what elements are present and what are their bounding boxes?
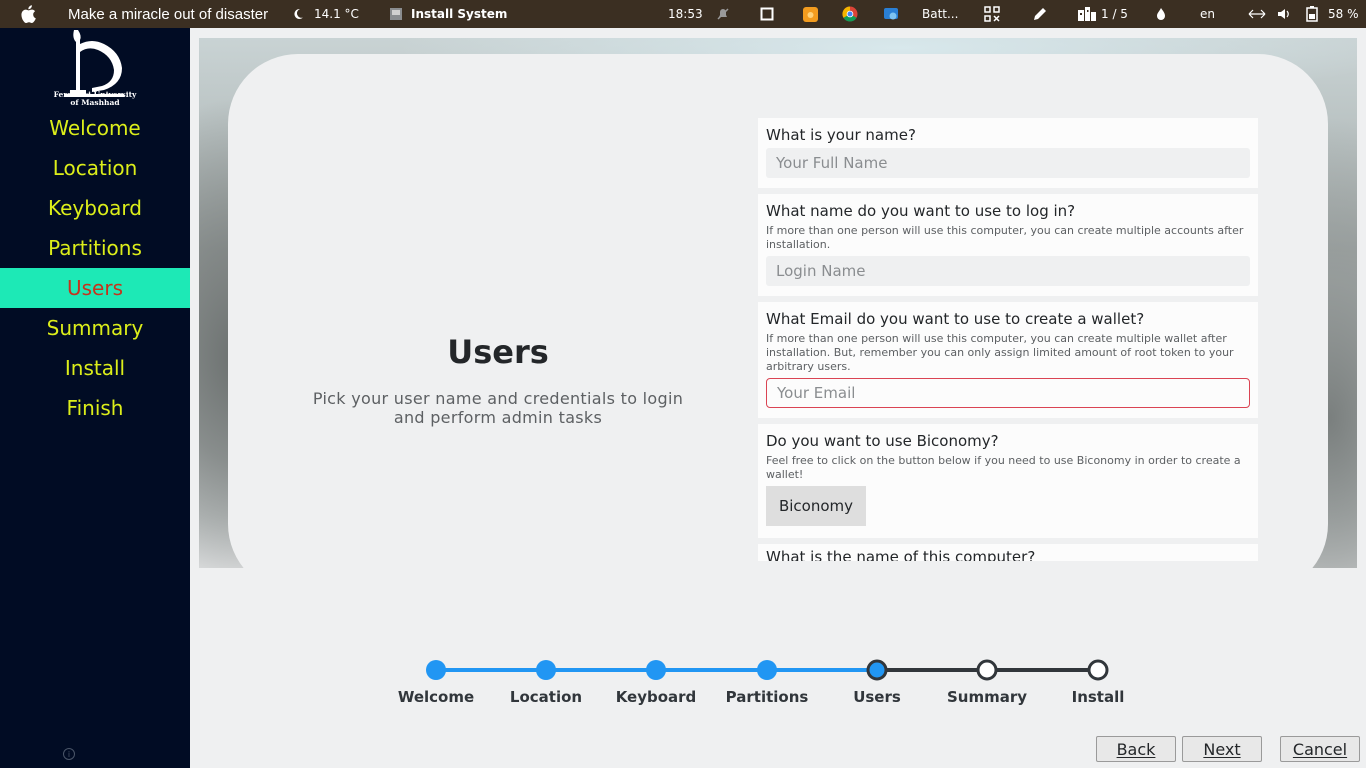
- network-app-icon[interactable]: [883, 0, 899, 28]
- step-label-welcome: Welcome: [397, 688, 475, 706]
- step-label-location: Location: [509, 688, 583, 706]
- notifications-muted-icon[interactable]: [716, 0, 730, 28]
- installer-app-icon: [389, 0, 403, 28]
- sidebar-item-summary[interactable]: Summary: [0, 308, 190, 348]
- sidebar-item-users[interactable]: Users: [0, 268, 190, 308]
- sidebar: Ferdowsi University of Mashhad Welcome L…: [0, 28, 190, 768]
- resize-arrows-icon[interactable]: [1248, 0, 1266, 28]
- battery-app-label[interactable]: Batt...: [922, 0, 958, 28]
- step-dot-users: [866, 659, 888, 681]
- biconomy-button[interactable]: Biconomy: [766, 486, 866, 526]
- active-app-name[interactable]: Install System: [411, 0, 507, 28]
- name-question: What is your name?: [766, 126, 916, 144]
- email-question: What Email do you want to use to create …: [766, 310, 1145, 328]
- back-button[interactable]: Back: [1096, 736, 1176, 762]
- chrome-icon[interactable]: [842, 0, 858, 28]
- window-title: Make a miracle out of disaster: [68, 5, 269, 23]
- info-icon[interactable]: i: [63, 748, 75, 760]
- sidebar-item-partitions[interactable]: Partitions: [0, 228, 190, 268]
- login-group: What name do you want to use to log in? …: [758, 194, 1258, 296]
- step-dot-partitions: [757, 660, 777, 680]
- step-dot-summary: [976, 659, 998, 681]
- qr-code-icon[interactable]: [984, 0, 1000, 28]
- email-group: What Email do you want to use to create …: [758, 302, 1258, 418]
- volume-icon[interactable]: [1277, 0, 1291, 28]
- login-hint: If more than one person will use this co…: [766, 224, 1244, 251]
- sidebar-item-location[interactable]: Location: [0, 148, 190, 188]
- email-hint: If more than one person will use this co…: [766, 332, 1234, 373]
- step-dot-welcome: [426, 660, 446, 680]
- apple-menu-icon[interactable]: [20, 0, 36, 28]
- step-dot-location: [536, 660, 556, 680]
- weather-readout: 14.1 °C: [314, 7, 359, 21]
- step-progress: Welcome Location Keyboard Partitions Use…: [390, 650, 1150, 710]
- step-label-users: Users: [853, 688, 901, 706]
- sidebar-item-finish[interactable]: Finish: [0, 388, 190, 428]
- orange-app-icon[interactable]: [803, 0, 818, 28]
- pencil-icon[interactable]: [1032, 0, 1048, 28]
- page-subtitle: Pick your user name and credentials to l…: [312, 389, 684, 427]
- step-label-summary: Summary: [946, 688, 1028, 706]
- battery-percent: 58 %: [1328, 7, 1359, 21]
- login-name-input[interactable]: [766, 256, 1250, 286]
- login-question: What name do you want to use to log in?: [766, 202, 1076, 220]
- battery-icon[interactable]: [1306, 0, 1318, 28]
- next-button[interactable]: Next: [1182, 736, 1262, 762]
- full-name-input[interactable]: [766, 148, 1250, 178]
- step-label-install: Install: [1071, 688, 1125, 706]
- step-dot-keyboard: [646, 660, 666, 680]
- name-group: What is your name?: [758, 118, 1258, 188]
- workspace-icon[interactable]: [1077, 0, 1097, 28]
- computer-name-group: What is the name of this computer?: [758, 544, 1258, 561]
- sidebar-item-welcome[interactable]: Welcome: [0, 108, 190, 148]
- fire-icon[interactable]: [1156, 0, 1166, 28]
- step-label-keyboard: Keyboard: [615, 688, 697, 706]
- sidebar-item-keyboard[interactable]: Keyboard: [0, 188, 190, 228]
- logo-text-line2: of Mashhad: [70, 98, 120, 107]
- window-square-icon[interactable]: [760, 0, 774, 28]
- workspace-indicator[interactable]: 1 / 5: [1101, 0, 1128, 28]
- clock[interactable]: 18:53: [668, 0, 703, 28]
- user-form: What is your name? What name do you want…: [758, 118, 1258, 561]
- progress-track: [426, 659, 1109, 681]
- computer-name-question: What is the name of this computer?: [766, 548, 1036, 561]
- biconomy-hint: Feel free to click on the button below i…: [766, 454, 1241, 481]
- biconomy-group: Do you want to use Biconomy? Feel free t…: [758, 424, 1258, 538]
- keyboard-layout[interactable]: en: [1200, 0, 1215, 28]
- email-input[interactable]: [766, 378, 1250, 408]
- sidebar-item-install[interactable]: Install: [0, 348, 190, 388]
- step-label-partitions: Partitions: [725, 688, 809, 706]
- cancel-button[interactable]: Cancel: [1280, 736, 1360, 762]
- step-dot-install: [1087, 659, 1109, 681]
- biconomy-question: Do you want to use Biconomy?: [766, 432, 999, 450]
- moon-icon: [292, 0, 304, 28]
- page-title: Users: [447, 333, 549, 371]
- top-panel: Make a miracle out of disaster 14.1 °C I…: [0, 0, 1366, 28]
